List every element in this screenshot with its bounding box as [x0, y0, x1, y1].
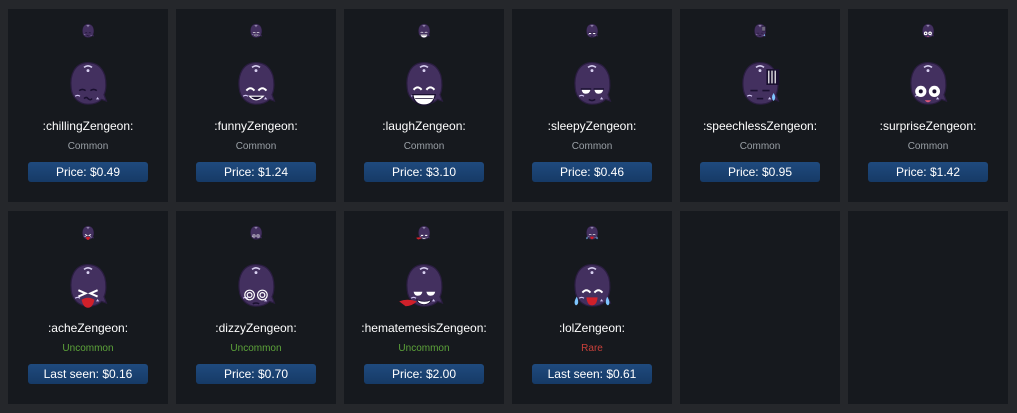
hematemesis-zengeon-small-icon [415, 223, 433, 241]
price-button[interactable]: Price: $0.95 [700, 162, 820, 182]
emoticon-grid: :chillingZengeon: Common Price: $0.49 :f… [8, 9, 1008, 404]
chilling-zengeon-icon [60, 53, 116, 109]
sleepy-zengeon-icon [564, 53, 620, 109]
ache-zengeon-icon [60, 255, 116, 311]
emoticon-card[interactable]: :hematemesisZengeon: Uncommon Price: $2.… [344, 211, 504, 404]
sleepy-zengeon-small-icon [583, 21, 601, 39]
speechless-zengeon-small-icon [751, 21, 769, 39]
rarity-label: Common [235, 141, 277, 152]
emoticon-card[interactable]: :speechlessZengeon: Common Price: $0.95 [680, 9, 840, 202]
emoticon-card[interactable]: :sleepyZengeon: Common Price: $0.46 [512, 9, 672, 202]
emoticon-name: :hematemesisZengeon: [361, 321, 487, 335]
rarity-label: Uncommon [62, 343, 114, 354]
rarity-label: Common [907, 141, 949, 152]
emoticon-card[interactable]: :funnyZengeon: Common Price: $1.24 [176, 9, 336, 202]
funny-zengeon-icon [228, 53, 284, 109]
price-button[interactable]: Price: $1.24 [196, 162, 316, 182]
price-button[interactable]: Price: $2.00 [364, 364, 484, 384]
last-seen-button[interactable]: Last seen: $0.61 [532, 364, 652, 384]
emoticon-name: :dizzyZengeon: [215, 321, 297, 335]
surprise-zengeon-icon [900, 53, 956, 109]
funny-zengeon-small-icon [247, 21, 265, 39]
price-button[interactable]: Price: $0.70 [196, 364, 316, 384]
rarity-label: Common [571, 141, 613, 152]
emoticon-name: :laughZengeon: [382, 119, 466, 133]
price-button[interactable]: Price: $0.46 [532, 162, 652, 182]
emoticon-name: :acheZengeon: [47, 321, 129, 335]
rarity-label: Common [67, 141, 109, 152]
emoticon-card[interactable]: :acheZengeon: Uncommon Last seen: $0.16 [8, 211, 168, 404]
rarity-label: Uncommon [230, 343, 282, 354]
rarity-label: Uncommon [398, 343, 450, 354]
hematemesis-zengeon-icon [396, 255, 452, 311]
rarity-label: Common [403, 141, 445, 152]
emoticon-card[interactable]: :dizzyZengeon: Uncommon Price: $0.70 [176, 211, 336, 404]
price-button[interactable]: Price: $1.42 [868, 162, 988, 182]
emoticon-card[interactable]: :chillingZengeon: Common Price: $0.49 [8, 9, 168, 202]
laugh-zengeon-icon [396, 53, 452, 109]
emoticon-card[interactable]: :lolZengeon: Rare Last seen: $0.61 [512, 211, 672, 404]
emoticon-name: :lolZengeon: [558, 321, 626, 335]
lol-zengeon-icon [564, 255, 620, 311]
emoticon-card[interactable]: :surpriseZengeon: Common Price: $1.42 [848, 9, 1008, 202]
emoticon-card[interactable]: :laughZengeon: Common Price: $3.10 [344, 9, 504, 202]
rarity-label: Common [739, 141, 781, 152]
surprise-zengeon-small-icon [919, 21, 937, 39]
price-button[interactable]: Price: $0.49 [28, 162, 148, 182]
speechless-zengeon-icon [732, 53, 788, 109]
dizzy-zengeon-small-icon [247, 223, 265, 241]
empty-slot [848, 211, 1008, 404]
chilling-zengeon-small-icon [79, 21, 97, 39]
emoticon-name: :chillingZengeon: [42, 119, 134, 133]
emoticon-name: :funnyZengeon: [214, 119, 298, 133]
emoticon-name: :speechlessZengeon: [702, 119, 818, 133]
emoticon-name: :sleepyZengeon: [547, 119, 637, 133]
emoticon-name: :surpriseZengeon: [879, 119, 977, 133]
rarity-label: Rare [581, 343, 603, 354]
last-seen-button[interactable]: Last seen: $0.16 [28, 364, 148, 384]
ache-zengeon-small-icon [79, 223, 97, 241]
price-button[interactable]: Price: $3.10 [364, 162, 484, 182]
empty-slot [680, 211, 840, 404]
laugh-zengeon-small-icon [415, 21, 433, 39]
dizzy-zengeon-icon [228, 255, 284, 311]
lol-zengeon-small-icon [583, 223, 601, 241]
